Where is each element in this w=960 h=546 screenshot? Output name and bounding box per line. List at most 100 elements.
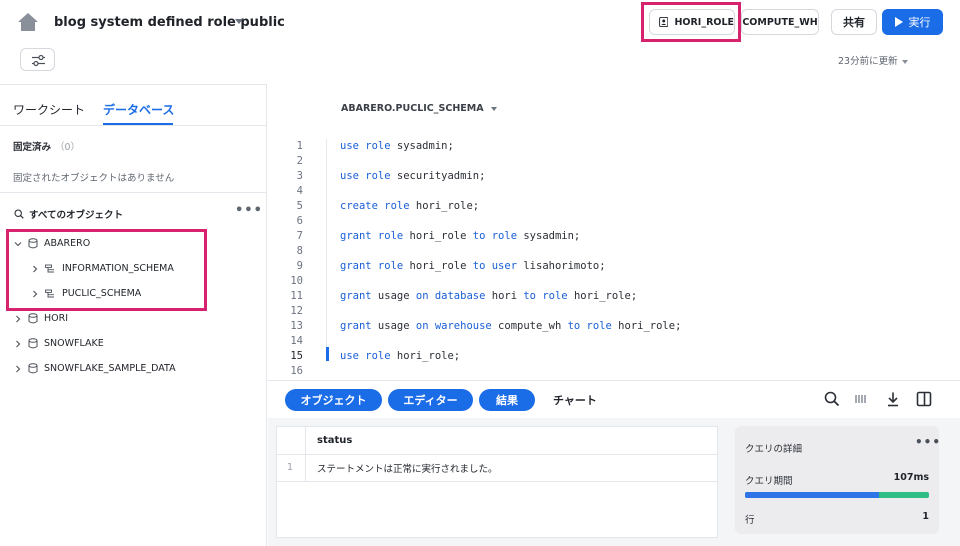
tree-item-puclic-schema[interactable]: PUCLIC_SCHEMA [31,288,141,299]
code-line[interactable]: create role hori_role; [340,199,681,214]
tab-objects[interactable]: オブジェクト [285,389,382,411]
search-icon[interactable] [823,390,841,408]
schema-icon [45,289,54,297]
tree-label: INFORMATION_SCHEMA [62,263,174,274]
results-grid[interactable]: status 1 ステートメントは正常に実行されました。 [276,426,718,538]
pinned-header: 固定済み （0） [13,139,80,153]
code-area[interactable]: use role sysadmin; use role securityadmin… [340,139,681,379]
tree-label: SNOWFLAKE_SAMPLE_DATA [44,363,176,374]
line-numbers: 1 2 3 4 5 6 7 8 9 10 11 12 13 14 15 16 [283,139,303,379]
code-text: sysadmin; [390,140,454,152]
home-icon[interactable] [16,11,40,33]
code-keyword: create role [340,200,410,212]
code-line[interactable]: use role hori_role; [340,349,681,364]
chevron-right-icon [16,340,21,347]
code-text: compute_wh [491,320,568,332]
query-details-card: クエリの詳細 ••• クエリ期間 107ms 行 1 [735,426,941,534]
schema-icon [45,264,54,272]
divider [0,125,267,126]
column-header-status[interactable]: status [317,435,352,446]
code-text: hori_role; [611,320,682,332]
tree-item-hori[interactable]: HORI [14,313,68,324]
query-duration-value: 107ms [893,472,929,483]
all-objects-search[interactable]: すべてのオブジェクト [14,207,123,221]
tree-item-abarero[interactable]: ABARERO [14,238,90,249]
database-icon [28,313,38,324]
last-updated[interactable]: 23分前に更新 [838,53,908,67]
code-line[interactable] [340,184,681,199]
pinned-count: （0） [55,142,81,153]
row-divider [277,481,717,482]
code-keyword: to user [472,260,518,272]
code-line[interactable] [340,214,681,229]
line-number: 10 [290,275,303,287]
tree-item-snowflake[interactable]: SNOWFLAKE [14,338,104,349]
chevron-right-icon [16,315,21,322]
code-line[interactable]: grant usage on warehouse compute_wh to r… [340,319,681,334]
line-number: 4 [296,185,303,197]
pinned-empty-text: 固定されたオブジェクトはありません [13,173,175,184]
code-text: hori_role [403,230,473,242]
tab-chart[interactable]: チャート [553,392,597,408]
tab-worksheets[interactable]: ワークシート [13,101,85,118]
code-text: hori_role; [409,200,480,212]
tab-results[interactable]: 結果 [479,389,535,411]
run-button[interactable]: 実行 [882,9,943,35]
tree-item-snowflake-sample-data[interactable]: SNOWFLAKE_SAMPLE_DATA [14,363,176,374]
columns-icon[interactable] [852,390,870,408]
code-keyword: to role [472,230,518,242]
code-text: usage [371,290,416,302]
all-objects-label: すべてのオブジェクト [29,210,123,221]
query-details-title: クエリの詳細 [745,444,803,455]
code-line[interactable] [340,244,681,259]
last-updated-text: 23分前に更新 [838,56,898,67]
filter-settings-button[interactable] [20,48,55,71]
code-line[interactable] [340,304,681,319]
code-text: hori [485,290,524,302]
code-text: usage [371,320,416,332]
code-line[interactable]: grant role hori_role to role sysadmin; [340,229,681,244]
chevron-down-icon[interactable] [235,19,243,24]
warehouse-selector-button[interactable]: COMPUTE_WH [741,9,819,35]
role-label: HORI_ROLE [674,16,734,28]
code-line[interactable]: use role sysadmin; [340,139,681,154]
divider [0,192,267,193]
tab-editor[interactable]: エディター [388,389,473,411]
line-number: 9 [296,260,303,272]
code-keyword: grant role [340,230,404,242]
share-button[interactable]: 共有 [831,9,877,35]
top-bar: blog system defined role public HORI_ROL… [0,0,960,84]
table-cell[interactable]: ステートメントは正常に実行されました。 [317,461,498,475]
code-line[interactable] [340,274,681,289]
code-keyword: use role [340,350,391,362]
split-view-icon[interactable] [915,390,933,408]
code-line[interactable]: grant usage on database hori to role hor… [340,289,681,304]
code-line[interactable]: use role securityadmin; [340,169,681,184]
worksheet-title[interactable]: blog system defined role public [54,15,285,30]
more-options-icon[interactable]: ••• [915,435,941,449]
tree-item-information-schema[interactable]: INFORMATION_SCHEMA [31,263,174,274]
database-icon [28,363,38,374]
row-number: 1 [287,462,294,473]
line-number: 7 [296,230,303,242]
code-line[interactable]: grant role hori_role to user lisahorimot… [340,259,681,274]
code-line[interactable] [340,334,681,349]
chevron-right-icon [33,265,38,272]
line-number: 12 [290,305,303,317]
more-options-icon[interactable]: ••• [235,203,263,218]
line-number: 13 [290,320,303,332]
code-text: hori_role; [390,350,461,362]
code-keyword: use role [340,170,391,182]
role-selector-button[interactable]: HORI_ROLE [649,9,735,35]
tab-databases[interactable]: データベース [103,101,174,118]
code-text: hori_role; [567,290,638,302]
download-icon[interactable] [884,390,902,408]
code-line[interactable] [340,154,681,169]
code-line[interactable] [340,364,681,379]
line-number: 3 [296,170,303,182]
schema-selector[interactable]: ABARERO.PUCLIC_SCHEMA [341,103,497,114]
code-text: hori_role [403,260,473,272]
code-keyword: grant role [340,260,404,272]
line-number: 16 [290,365,303,377]
line-number: 6 [296,215,303,227]
